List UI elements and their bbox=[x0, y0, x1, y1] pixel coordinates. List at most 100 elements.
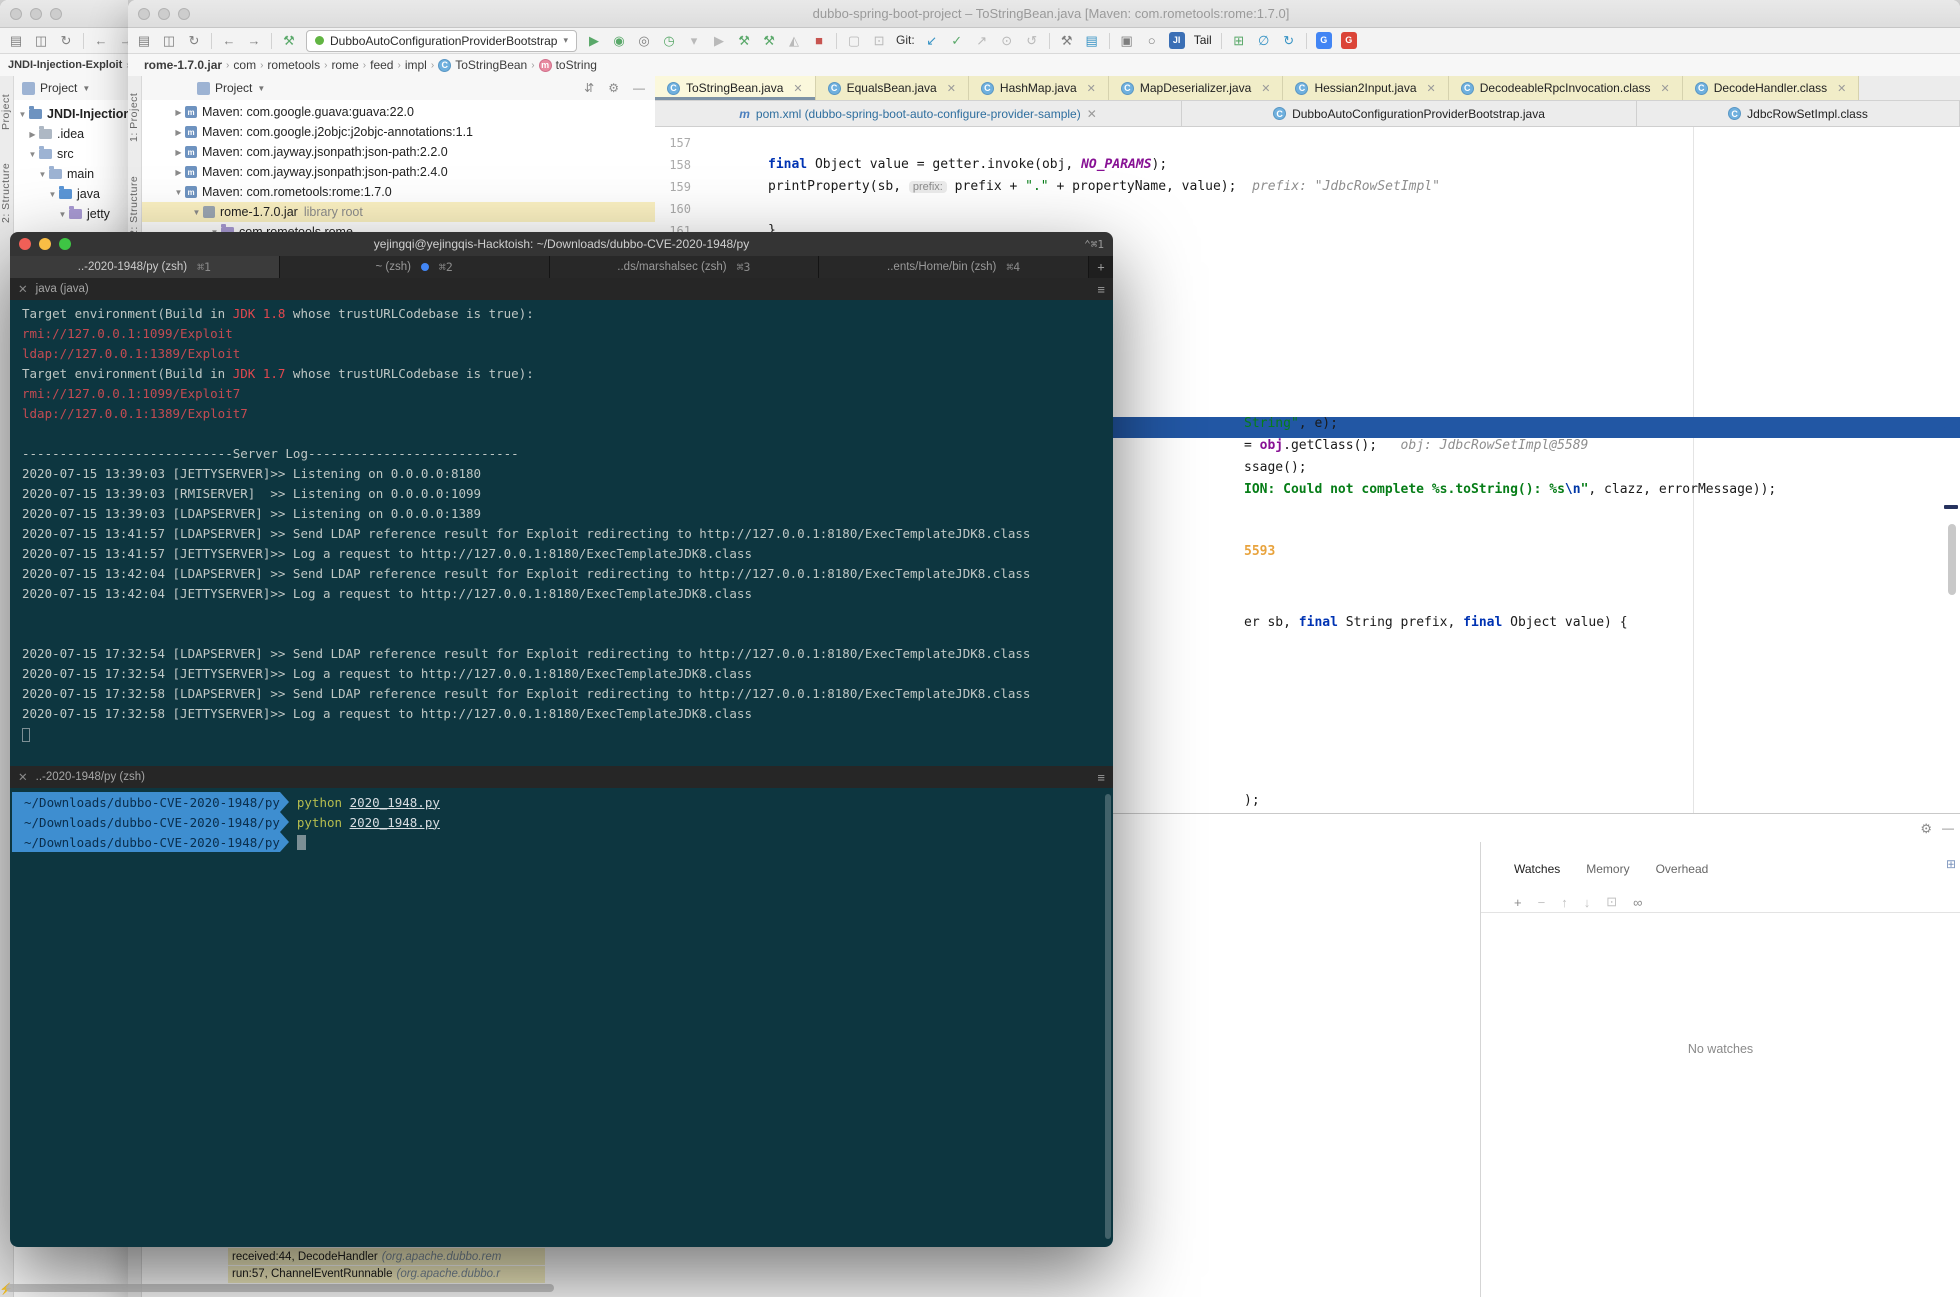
gear-icon[interactable]: ⚙ bbox=[1920, 821, 1932, 837]
breadcrumb-item[interactable]: rome bbox=[331, 58, 358, 72]
forward-icon[interactable]: → bbox=[246, 32, 262, 49]
breadcrumb-item[interactable]: m toString bbox=[538, 58, 597, 72]
terminal-pane2-header[interactable]: ✕ ..-2020-1948/py (zsh) ≡ bbox=[10, 766, 1113, 788]
add-watch-icon[interactable]: + bbox=[1514, 895, 1522, 910]
monitor-icon[interactable]: ⊞ bbox=[1231, 32, 1247, 49]
tab-overhead[interactable]: Overhead bbox=[1656, 862, 1709, 876]
save-icon[interactable]: ◫ bbox=[33, 32, 49, 49]
editor-tab[interactable]: C DecodeableRpcInvocation.class ✕ bbox=[1448, 76, 1683, 100]
close-icon[interactable]: ✕ bbox=[947, 82, 956, 95]
tree-item[interactable]: ▼ rome-1.7.0.jar library root bbox=[142, 202, 655, 222]
open-folder-icon[interactable]: ▤ bbox=[8, 32, 24, 49]
back-icon[interactable]: ← bbox=[93, 32, 109, 49]
git-push-icon[interactable]: ↗ bbox=[974, 32, 990, 49]
breadcrumb-item[interactable]: rometools bbox=[267, 58, 320, 72]
menu-icon[interactable]: ≡ bbox=[1097, 282, 1105, 297]
minimize-icon[interactable] bbox=[158, 7, 170, 20]
frame-row[interactable]: run:57, ChannelEventRunnable (org.apache.… bbox=[228, 1265, 545, 1283]
terminal-pane1-header[interactable]: ✕ java (java) ≡ bbox=[10, 278, 1113, 300]
tree-item[interactable]: ▶ m Maven: com.google.guava:guava:22.0 bbox=[142, 102, 655, 122]
frames-hscrollbar[interactable] bbox=[6, 1284, 554, 1292]
git-label[interactable]: Git: bbox=[896, 32, 915, 49]
close-icon[interactable] bbox=[138, 7, 150, 20]
close-icon[interactable]: ✕ bbox=[18, 770, 28, 784]
zoom-icon[interactable] bbox=[178, 7, 190, 20]
tab-memory[interactable]: Memory bbox=[1586, 862, 1629, 876]
breadcrumb-item[interactable]: C ToStringBean bbox=[438, 58, 527, 72]
terminal-tab[interactable]: ..ents/Home/bin (zsh) ⌘4 bbox=[819, 256, 1089, 278]
terminal-titlebar[interactable]: yejingqi@yejingqis-Hacktoish: ~/Download… bbox=[10, 232, 1113, 256]
sync-icon[interactable]: ↻ bbox=[186, 32, 202, 49]
expand-collapse-icon[interactable]: ⇵ bbox=[584, 81, 594, 95]
error-stripe-exec[interactable] bbox=[1944, 427, 1958, 431]
window1-breadcrumb[interactable]: JNDI-Injection-Exploit›sr bbox=[0, 54, 128, 76]
close-icon[interactable]: ✕ bbox=[18, 282, 28, 296]
search-icon[interactable]: ○ bbox=[1144, 32, 1160, 49]
profiler-caret-icon[interactable]: ▾ bbox=[686, 32, 702, 49]
frame-row[interactable]: received:44, DecodeHandler (org.apache.du… bbox=[228, 1248, 545, 1265]
tree-item[interactable]: ▼ JNDI-Injection-E bbox=[14, 104, 128, 124]
tab-watches[interactable]: Watches bbox=[1514, 862, 1560, 876]
editor-tab[interactable]: C Hessian2Input.java ✕ bbox=[1283, 76, 1449, 100]
history-icon[interactable]: ⊙ bbox=[999, 32, 1015, 49]
zoom-disabled-icon[interactable]: ∅ bbox=[1256, 32, 1272, 49]
tool-button-project[interactable]: Project bbox=[0, 82, 14, 142]
breadcrumb-item[interactable]: rome-1.7.0.jar bbox=[144, 58, 222, 72]
tree-item[interactable]: ▶ m Maven: com.jayway.jsonpath:json-path:2… bbox=[142, 142, 655, 162]
close-icon[interactable]: ✕ bbox=[1427, 82, 1436, 95]
tree-item[interactable]: ▼ m Maven: com.rometools:rome:1.7.0 bbox=[142, 182, 655, 202]
tree-expand-icon[interactable]: ▼ bbox=[190, 208, 203, 217]
terminal-icon[interactable]: ▣ bbox=[1119, 32, 1135, 49]
tree-expand-icon[interactable]: ▼ bbox=[172, 188, 185, 197]
run-jdk7-icon[interactable]: ⚒ bbox=[761, 32, 777, 49]
git-update-icon[interactable]: ↙ bbox=[924, 32, 940, 49]
translate-icon[interactable]: G bbox=[1315, 32, 1332, 49]
run-configuration-select[interactable]: DubboAutoConfigurationProviderBootstrap ▾ bbox=[306, 29, 578, 52]
terminal-log[interactable]: Target environment(Build in JDK 1.8 whos… bbox=[10, 300, 1113, 766]
hide-panel-icon[interactable]: — bbox=[633, 81, 645, 95]
breadcrumb-item[interactable]: feed bbox=[370, 58, 393, 72]
tree-expand-icon[interactable]: ▶ bbox=[172, 128, 185, 137]
menu-icon[interactable]: ≡ bbox=[1097, 770, 1105, 785]
layout-settings-icon[interactable]: ⊞ bbox=[1946, 857, 1956, 871]
build-icon[interactable]: ⚒ bbox=[281, 32, 297, 49]
terminal-shell[interactable]: ~/Downloads/dubbo-CVE-2020-1948/py pytho… bbox=[10, 788, 1113, 1247]
close-icon[interactable]: ✕ bbox=[1087, 82, 1096, 95]
window1-project-panel-header[interactable]: Project ▼ bbox=[14, 76, 128, 100]
back-icon[interactable]: ← bbox=[221, 32, 237, 49]
tree-expand-icon[interactable]: ▶ bbox=[172, 108, 185, 117]
tree-item[interactable]: ▶ m Maven: com.jayway.jsonpath:json-path:2… bbox=[142, 162, 655, 182]
window2-titlebar[interactable]: dubbo-spring-boot-project – ToStringBean… bbox=[128, 0, 1960, 28]
duplicate-icon[interactable]: ⊡ bbox=[1606, 894, 1617, 910]
close-icon[interactable]: ✕ bbox=[1661, 82, 1670, 95]
error-stripe-mark[interactable] bbox=[1944, 505, 1958, 509]
tree-item[interactable]: ▶ .idea bbox=[14, 124, 128, 144]
run-icon[interactable]: ▶ bbox=[586, 32, 602, 49]
editor-scrollbar[interactable] bbox=[1948, 524, 1956, 595]
editor-tab[interactable]: C DecodeHandler.class ✕ bbox=[1682, 76, 1860, 100]
new-tab-button[interactable]: + bbox=[1089, 256, 1113, 278]
close-icon[interactable]: ✕ bbox=[793, 82, 802, 95]
window2-breadcrumb[interactable]: rome-1.7.0.jar › com › rometools › rome › feed › i… bbox=[128, 54, 1960, 76]
tree-expand-icon[interactable]: ▼ bbox=[26, 150, 39, 159]
terminal-tab[interactable]: ..-2020-1948/py (zsh) ⌘1 bbox=[10, 256, 280, 278]
move-down-icon[interactable]: ↓ bbox=[1584, 895, 1591, 910]
tree-expand-icon[interactable]: ▼ bbox=[36, 170, 49, 179]
run-jdk8-icon[interactable]: ⚒ bbox=[736, 32, 752, 49]
rollback-icon[interactable]: ↺ bbox=[1024, 32, 1040, 49]
tree-expand-icon[interactable]: ▶ bbox=[172, 148, 185, 157]
step-cycle-icon[interactable]: ↻ bbox=[1281, 32, 1297, 49]
forward-icon[interactable]: → bbox=[118, 32, 129, 49]
tree-expand-icon[interactable]: ▶ bbox=[172, 168, 185, 177]
gear-icon[interactable]: ⚙ bbox=[608, 81, 619, 95]
terminal-tab[interactable]: ~ (zsh) ⌘2 bbox=[279, 256, 550, 278]
editor-tab[interactable]: C MapDeserializer.java ✕ bbox=[1108, 76, 1284, 100]
close-icon[interactable]: ✕ bbox=[1261, 82, 1270, 95]
save-icon[interactable]: ◫ bbox=[161, 32, 177, 49]
breadcrumb-item[interactable]: JNDI-Injection-Exploit bbox=[8, 59, 122, 71]
profiler-icon[interactable]: ◷ bbox=[661, 32, 677, 49]
terminal-tab[interactable]: ..ds/marshalsec (zsh) ⌘3 bbox=[549, 256, 820, 278]
translate-alt-icon[interactable]: G bbox=[1340, 32, 1357, 49]
git-commit-icon[interactable]: ✓ bbox=[949, 32, 965, 49]
tree-expand-icon[interactable]: ▼ bbox=[16, 110, 29, 119]
